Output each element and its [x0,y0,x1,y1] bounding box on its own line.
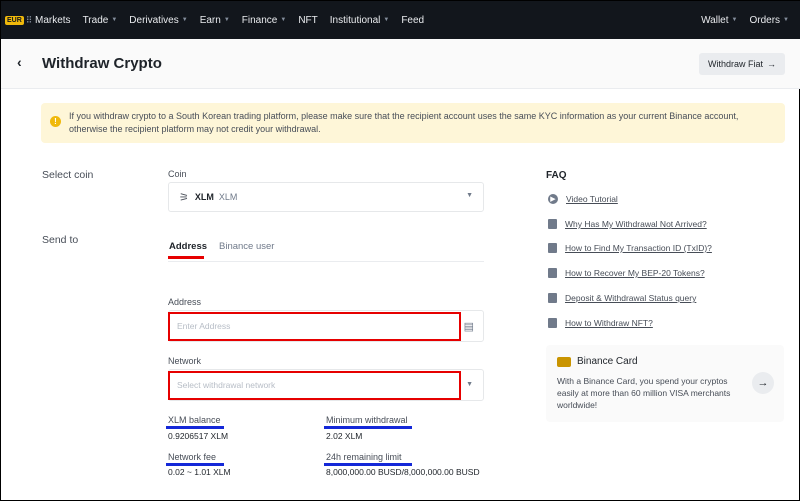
send-to-label: Send to [42,234,79,246]
faq-link: Deposit & Withdrawal Status query [565,293,697,303]
document-icon [548,293,557,303]
back-icon[interactable]: ‹ [17,54,22,70]
annotation-underline [166,426,224,429]
grid-icon[interactable]: ⠿ [26,15,33,26]
chevron-down-icon: ▼ [383,17,390,23]
xlm-icon: ⚞ [179,191,189,204]
chevron-down-icon: ▼ [223,17,230,23]
balance-value: 0.9206517 XLM [168,431,229,441]
nav-finance[interactable]: Finance ▼ [242,15,287,26]
chevron-down-icon: ▼ [466,192,473,199]
faq-item[interactable]: How to Withdraw NFT? [548,318,653,328]
document-icon [548,243,557,253]
tab-address[interactable]: Address [169,241,207,252]
address-input[interactable]: Enter Address [168,312,461,341]
faq-item[interactable]: How to Recover My BEP-20 Tokens? [548,268,705,278]
arrow-right-icon: → [767,59,776,69]
nav-label: Feed [401,14,425,26]
network-placeholder: Select withdrawal network [177,380,276,390]
nav-label: Derivatives [129,14,179,26]
nav-label: Finance [241,14,278,26]
document-icon [548,219,557,229]
nav-derivatives[interactable]: Derivatives ▼ [129,15,187,26]
nav-label: Wallet [701,14,729,26]
nav-trade[interactable]: Trade ▼ [83,15,118,26]
nav-feed[interactable]: Feed [401,15,424,26]
coin-name: XLM [218,192,238,202]
nav-earn[interactable]: Earn ▼ [200,15,230,26]
nav-label: Institutional [329,14,381,26]
network-fee-label: Network fee [168,452,217,462]
chevron-down-icon: ▼ [181,17,188,23]
paste-icon[interactable]: ▤ [464,320,474,333]
chevron-down-icon: ▼ [466,381,473,388]
card-text: With a Binance Card, you spend your cryp… [557,376,731,410]
nav-label: Trade [82,14,109,26]
network-fee-value: 0.02 ~ 1.01 XLM [168,467,231,477]
banner-text: If you withdraw crypto to a South Korean… [69,111,739,134]
annotation-underline [324,463,412,466]
top-nav: EUR ⠿ Markets Trade ▼ Derivatives ▼ Earn ▼ … [1,1,800,39]
page-title: Withdraw Crypto [42,55,162,72]
tab-binance-user[interactable]: Binance user [219,241,274,252]
currency-badge: EUR [5,15,24,25]
faq-title: FAQ [546,170,567,181]
faq-item[interactable]: ▶ Video Tutorial [548,194,618,204]
tab-active-underline [168,256,204,259]
remaining-limit-value: 8,000,000.00 BUSD/8,000,000.00 BUSD [326,467,480,477]
balance-label: XLM balance [168,415,221,425]
min-withdrawal-label: Minimum withdrawal [326,415,408,425]
chevron-down-icon: ▼ [783,17,789,23]
kyc-warning-banner: ! If you withdraw crypto to a South Kore… [41,103,785,143]
card-icon [557,357,571,367]
remaining-limit-label: 24h remaining limit [326,452,402,462]
network-label: Network [168,356,202,366]
nav-institutional[interactable]: Institutional ▼ [330,15,390,26]
address-label: Address [168,297,202,307]
faq-link: How to Recover My BEP-20 Tokens? [565,268,705,278]
page-header: ‹ Withdraw Crypto Withdraw Fiat → [1,39,800,89]
chevron-down-icon: ▼ [280,17,287,23]
min-withdrawal-value: 2.02 XLM [326,431,363,441]
nav-right: Wallet ▼ Orders ▼ [701,1,800,39]
nav-label: Earn [199,14,221,26]
annotation-underline [324,426,412,429]
select-coin-label: Select coin [42,169,94,181]
nav-label: Markets [35,14,71,26]
coin-select[interactable]: ⚞ XLM XLM ▼ [168,182,484,212]
nav-label: Orders [749,14,781,26]
chevron-down-icon: ▼ [111,17,118,23]
nav-label: NFT [298,14,318,26]
nav-markets[interactable]: Markets [35,15,71,26]
network-select[interactable]: Select withdrawal network [168,371,461,400]
annotation-underline [166,463,224,466]
address-placeholder: Enter Address [177,321,231,331]
faq-item[interactable]: Deposit & Withdrawal Status query [548,293,696,303]
faq-link: Video Tutorial [566,194,618,204]
document-icon [548,318,557,328]
withdraw-fiat-button[interactable]: Withdraw Fiat → [699,53,785,75]
logo[interactable]: EUR ⠿ [1,1,35,39]
card-title: Binance Card [577,356,638,367]
warning-icon: ! [50,116,61,127]
faq-item[interactable]: How to Find My Transaction ID (TxID)? [548,243,712,253]
nav-wallet[interactable]: Wallet ▼ [701,15,737,26]
tabs-divider [168,261,484,262]
play-icon: ▶ [548,194,558,204]
faq-item[interactable]: Why Has My Withdrawal Not Arrived? [548,219,707,229]
faq-link: Why Has My Withdrawal Not Arrived? [565,219,707,229]
nav-nft[interactable]: NFT [298,15,317,26]
coin-label: Coin [168,169,187,179]
faq-link: How to Withdraw NFT? [565,318,653,328]
document-icon [548,268,557,278]
withdraw-fiat-label: Withdraw Fiat [707,59,763,69]
faq-link: How to Find My Transaction ID (TxID)? [565,243,712,253]
coin-symbol: XLM [194,192,214,202]
nav-orders[interactable]: Orders ▼ [749,15,789,26]
arrow-right-icon[interactable]: → [752,372,774,394]
binance-card-promo: Binance Card With a Binance Card, you sp… [546,345,784,422]
chevron-down-icon: ▼ [731,17,738,23]
